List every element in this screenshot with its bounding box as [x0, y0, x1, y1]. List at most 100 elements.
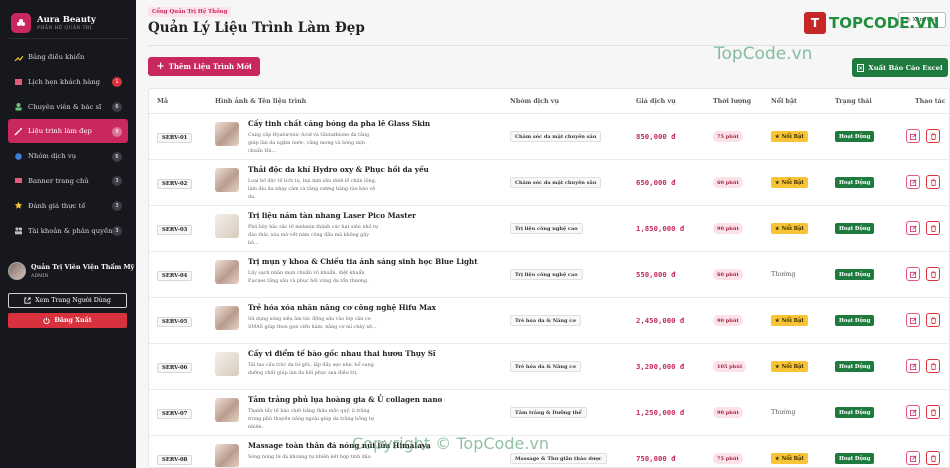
edit-button[interactable]: [906, 313, 920, 327]
sidebar-item[interactable]: Nhóm dịch vụ 6: [8, 144, 128, 168]
delete-button[interactable]: [926, 129, 940, 143]
watermark-site: TopCode.vn: [714, 44, 813, 64]
count-badge: 3: [112, 201, 122, 212]
edit-icon: [909, 409, 916, 416]
service-name: Thải độc da khí Hydro oxy & Phục hồi da …: [248, 165, 429, 174]
duration-badge: 60 phút: [713, 269, 743, 280]
column-header: Nhóm dịch vụ: [510, 98, 560, 105]
table-row: SERV-03 Trị liệu nám tàn nhang Laser Pico…: [149, 206, 949, 252]
service-price: 850,000 đ: [636, 132, 676, 141]
service-price: 1,250,000 đ: [636, 408, 685, 417]
edit-button[interactable]: [906, 175, 920, 189]
edit-button[interactable]: [906, 221, 920, 235]
sidebar-item[interactable]: Chuyên viên & bác sĩ 6: [8, 95, 128, 119]
star-icon: [14, 201, 23, 210]
view-site-label: Xem Trang Người Dùng: [35, 297, 111, 304]
category-badge: Trẻ hóa da & Nâng cơ: [510, 361, 581, 372]
service-description: Phá hủy hắc sắc tố melanin thành các hạt…: [248, 225, 379, 246]
featured-badge: ★ Nổi Bật: [771, 453, 808, 464]
service-name: Trị liệu nám tàn nhang Laser Pico Master: [248, 211, 416, 220]
service-code: SERV-04: [157, 271, 193, 281]
sidebar-item-label: Bảng điều khiển: [28, 53, 85, 61]
sidebar-item[interactable]: Banner trang chủ 3: [8, 169, 128, 193]
service-code: SERV-06: [157, 363, 193, 373]
category-badge: Trị liệu công nghệ cao: [510, 223, 583, 234]
sidebar-item-label: Chuyên viên & bác sĩ: [28, 102, 102, 111]
featured-badge: ★ Nổi Bật: [771, 177, 808, 188]
duration-badge: 75 phút: [713, 453, 743, 464]
featured-label: Nổi Bật: [781, 225, 804, 232]
featured-label: Nổi Bật: [781, 455, 804, 462]
delete-button[interactable]: [926, 175, 940, 189]
service-thumbnail: [215, 214, 239, 238]
trash-icon: [930, 316, 936, 324]
export-excel-label: Xuất Báo Cáo Excel: [868, 63, 943, 72]
table-row: SERV-06 Cấy vi điểm tế bào gốc nhau thai …: [149, 344, 949, 390]
edit-button[interactable]: [906, 451, 920, 465]
status-badge: Hoạt Động: [835, 131, 875, 142]
service-code: SERV-03: [157, 225, 193, 235]
status-badge: Hoạt Động: [835, 223, 875, 234]
add-treatment-label: Thêm Liệu Trình Mới: [168, 62, 252, 71]
table-row: SERV-07 Tắm trắng phủ lụa hoàng gia & Ủ c…: [149, 390, 949, 436]
delete-button[interactable]: [926, 221, 940, 235]
edit-button[interactable]: [906, 267, 920, 281]
delete-button[interactable]: [926, 405, 940, 419]
service-description: Cung cấp Hyaluronic Acid và Glutathione …: [248, 133, 370, 154]
service-price: 1,850,000 đ: [636, 224, 685, 233]
edit-icon: [909, 363, 916, 370]
logout-button[interactable]: Đăng Xuất: [8, 313, 127, 328]
watermark-logo-text: TOPCODE.VN: [829, 14, 940, 32]
status-badge: Hoạt Động: [835, 361, 875, 372]
delete-button[interactable]: [926, 313, 940, 327]
delete-button[interactable]: [926, 451, 940, 465]
count-badge: 8: [112, 126, 122, 137]
service-thumbnail: [215, 168, 239, 192]
sidebar-item[interactable]: Tài khoản & phân quyền 3: [8, 219, 128, 243]
category-badge: Massage & Thư giãn thảo dược: [510, 453, 607, 464]
edit-button[interactable]: [906, 359, 920, 373]
sidebar-item[interactable]: Đánh giá thực tế 3: [8, 194, 128, 218]
category-badge: Trị liệu công nghệ cao: [510, 269, 583, 280]
sidebar-nav: Bảng điều khiển Lịch hẹn khách hàng 1 Chuyê…: [0, 45, 136, 243]
column-header: Thao tác: [915, 98, 946, 105]
column-header: Mã: [157, 98, 169, 105]
featured-label: Thường: [771, 408, 796, 416]
status-badge: Hoạt Động: [835, 407, 875, 418]
table-row: SERV-04 Trị mụn y khoa & Chiếu tia ánh sá…: [149, 252, 949, 298]
sidebar-item[interactable]: Bảng điều khiển: [8, 45, 128, 69]
status-badge: Hoạt Động: [835, 315, 875, 326]
edit-button[interactable]: [906, 129, 920, 143]
logout-label: Đăng Xuất: [54, 317, 92, 324]
column-header: Trạng thái: [835, 98, 872, 105]
add-treatment-button[interactable]: + Thêm Liệu Trình Mới: [148, 57, 260, 76]
view-site-button[interactable]: Xem Trang Người Dùng: [8, 293, 127, 308]
brand[interactable]: Aura Beauty PHẦN HỆ QUẢN TRỊ: [0, 0, 136, 38]
featured-label: Thường: [771, 270, 796, 278]
duration-badge: 60 phút: [713, 177, 743, 188]
magic-wand-icon: [14, 127, 23, 136]
trash-icon: [930, 224, 936, 232]
delete-button[interactable]: [926, 267, 940, 281]
service-description: Sử dụng sóng siêu âm tác động sâu vào lớ…: [248, 317, 377, 330]
table-row: SERV-05 Trẻ hóa xóa nhăn nâng cơ công ngh…: [149, 298, 949, 344]
sidebar-item[interactable]: Liệu trình làm đẹp 8: [8, 119, 128, 144]
delete-button[interactable]: [926, 359, 940, 373]
edit-button[interactable]: [906, 405, 920, 419]
category-badge: Chăm sóc da mặt chuyên sâu: [510, 177, 602, 188]
duration-badge: 75 phút: [713, 131, 743, 142]
featured-badge: ★ Nổi Bật: [771, 315, 808, 326]
trash-icon: [930, 132, 936, 140]
sidebar-item[interactable]: Lịch hẹn khách hàng 1: [8, 70, 128, 94]
sidebar-item-label: Đánh giá thực tế: [28, 201, 86, 210]
export-excel-button[interactable]: Xuất Báo Cáo Excel: [852, 58, 948, 77]
service-description: Sóng nóng từ đá khoáng tự nhiên kết hợp …: [248, 455, 371, 460]
service-price: 550,000 đ: [636, 270, 676, 279]
count-badge: 6: [112, 151, 122, 162]
table-row: SERV-02 Thải độc da khí Hydro oxy & Phục …: [149, 160, 949, 206]
count-badge: 1: [112, 77, 122, 88]
service-name: Trị mụn y khoa & Chiếu tia ánh sáng sinh…: [248, 257, 478, 266]
user-doctor-icon: [14, 102, 23, 111]
service-thumbnail: [215, 260, 239, 284]
sidebar-item-label: Banner trang chủ: [28, 176, 89, 185]
